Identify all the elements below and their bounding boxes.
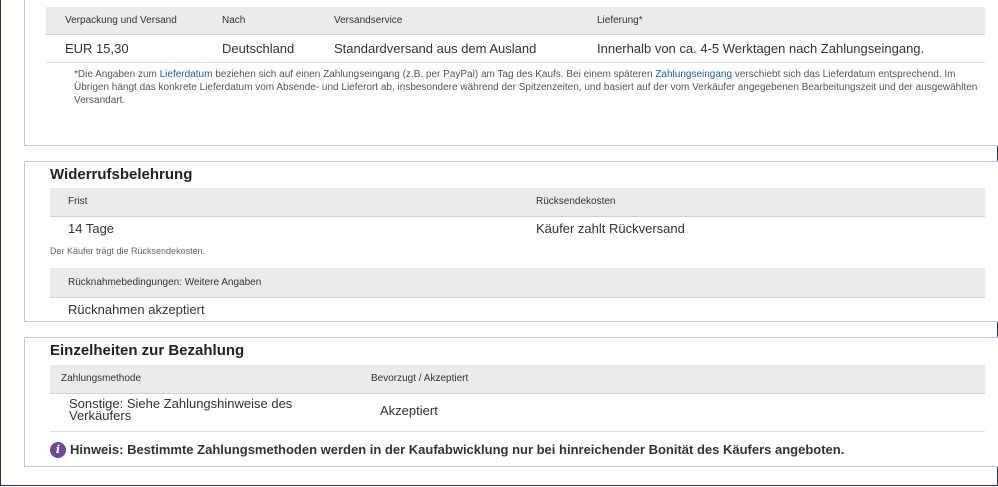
- returns-row-divider: [50, 216, 985, 217]
- delivery-date-link[interactable]: Lieferdatum: [160, 69, 213, 80]
- payment-method: Sonstige: Siehe Zahlungshinweise des Ver…: [69, 396, 293, 423]
- shipping-header-to: Nach: [222, 15, 246, 26]
- returns-period: 14 Tage: [68, 221, 115, 236]
- shipping-header-delivery: Lieferung*: [597, 15, 643, 26]
- payment-receipt-link[interactable]: Zahlungseingang: [655, 69, 732, 80]
- payment-hint-divider: [50, 431, 985, 432]
- payment-hint: Hinweis: Bestimmte Zahlungsmethoden werd…: [70, 442, 845, 457]
- returns-cost-note: Der Käufer trägt die Rücksendekosten.: [50, 246, 206, 256]
- shipping-header-service: Versandservice: [334, 15, 403, 26]
- payment-status: Akzeptiert: [380, 403, 438, 418]
- info-icon: i: [50, 442, 66, 458]
- returns-conditions-label: Rücknahmebedingungen: Weitere Angaben: [68, 277, 262, 288]
- note-text-2: beziehen sich auf einen Zahlungseingang …: [212, 69, 656, 80]
- returns-cost: Käufer zahlt Rückversand: [536, 221, 685, 236]
- delivery-date-note: *Die Angaben zum Lieferdatum beziehen si…: [74, 68, 979, 107]
- payment-header-method: Zahlungsmethode: [61, 373, 142, 384]
- shipping-note-divider: [46, 62, 985, 63]
- returns-header-period: Frist: [68, 196, 88, 207]
- returns-header-cost: Rücksendekosten: [536, 196, 616, 207]
- returns-title: Widerrufsbelehrung: [50, 166, 193, 183]
- returns-conditions-value: Rücknahmen akzeptiert: [68, 302, 205, 317]
- shipping-delivery: Innerhalb von ca. 4-5 Werktagen nach Zah…: [597, 41, 925, 56]
- payment-header-status: Bevorzugt / Akzeptiert: [371, 373, 469, 384]
- returns-table-header: [50, 188, 985, 216]
- returns-conditions-divider: [50, 297, 985, 298]
- payment-title: Einzelheiten zur Bezahlung: [50, 342, 245, 359]
- shipping-price: EUR 15,30: [65, 41, 129, 56]
- shipping-destination: Deutschland: [222, 41, 295, 56]
- shipping-table-header: [46, 7, 985, 34]
- payment-row-divider: [50, 393, 985, 394]
- shipping-header-cost: Verpackung und Versand: [65, 15, 177, 26]
- payment-table-header: [50, 365, 985, 393]
- note-text-1: *Die Angaben zum: [74, 69, 160, 80]
- shipping-service: Standardversand aus dem Ausland: [334, 41, 537, 56]
- shipping-row-divider: [46, 34, 985, 35]
